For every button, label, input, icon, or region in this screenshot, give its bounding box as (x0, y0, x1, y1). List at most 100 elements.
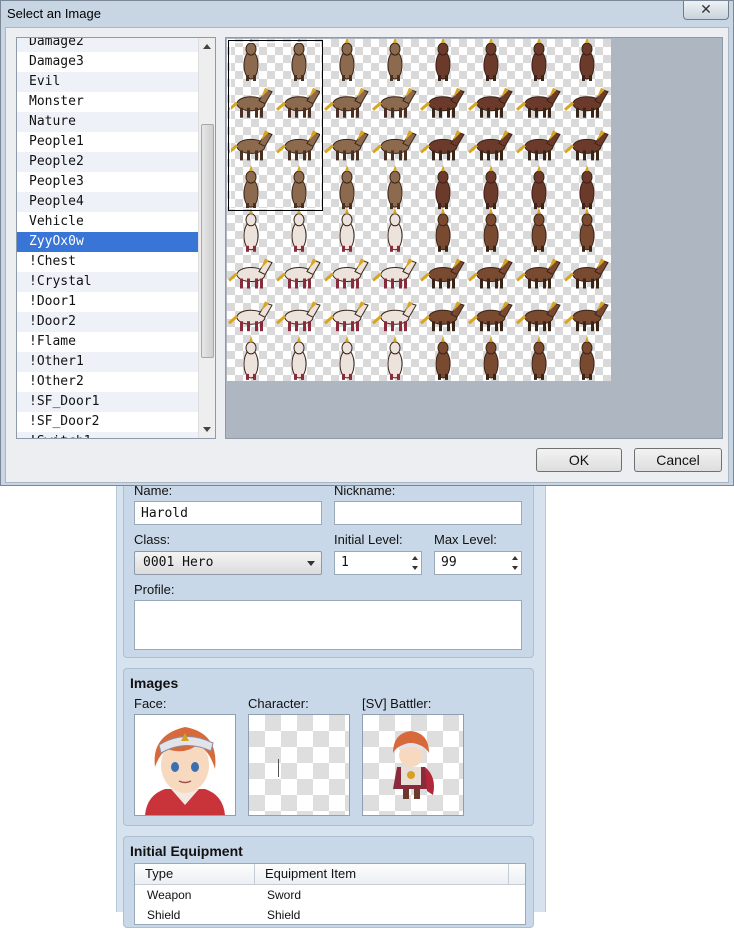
horse-sprite (372, 301, 417, 332)
cancel-button[interactable]: Cancel (634, 448, 722, 472)
max-level-stepper[interactable]: 99 (434, 551, 522, 575)
horse-sprite (516, 87, 561, 118)
class-dropdown[interactable]: 0001 Hero (134, 551, 322, 575)
images-group: Images Face: Character: [SV] Battler: (123, 668, 534, 826)
battler-image[interactable] (362, 714, 464, 816)
image-preview-pane[interactable] (225, 37, 723, 439)
list-item[interactable]: !Flame (17, 332, 200, 352)
scroll-down-icon[interactable] (203, 427, 211, 432)
horse-sprite (579, 335, 595, 380)
horse-sprite (387, 38, 403, 81)
images-heading: Images (130, 675, 179, 691)
character-image[interactable] (248, 714, 350, 816)
list-item[interactable]: !Chest (17, 252, 200, 272)
list-item[interactable]: !SF_Door1 (17, 392, 200, 412)
list-item[interactable]: People3 (17, 172, 200, 192)
max-level-label: Max Level: (434, 532, 497, 547)
list-scrollbar[interactable] (198, 38, 215, 438)
horse-sprite (420, 130, 465, 161)
horse-sprite (531, 335, 547, 380)
horse-sprite (483, 335, 499, 380)
list-item[interactable]: People1 (17, 132, 200, 152)
dialog-titlebar[interactable]: Select an Image ✕ (1, 1, 733, 27)
list-item[interactable]: !SF_Door2 (17, 412, 200, 432)
equipment-table[interactable]: Type Equipment Item Weapon Sword Shield … (134, 863, 526, 925)
dialog-body: Damage2 Damage3 Evil Monster Nature People1 Pe… (5, 27, 729, 483)
scroll-up-icon[interactable] (203, 44, 211, 49)
horse-sprite (435, 38, 451, 81)
horse-sprite (564, 301, 609, 332)
horse-sprite (387, 165, 403, 210)
horse-sprite (483, 207, 499, 252)
spin-down-icon[interactable] (512, 566, 518, 570)
scrollbar-thumb[interactable] (201, 124, 214, 358)
horse-sprite (420, 301, 465, 332)
horse-sprite (228, 301, 273, 332)
ok-button[interactable]: OK (536, 448, 622, 472)
horse-sprite (483, 165, 499, 210)
initial-level-stepper[interactable]: 1 (334, 551, 422, 575)
face-label: Face: (134, 696, 167, 711)
horse-sprite (483, 38, 499, 81)
name-field[interactable]: Harold (134, 501, 322, 525)
profile-textarea[interactable] (134, 600, 522, 650)
horse-sprite (339, 165, 355, 210)
list-item[interactable]: !Crystal (17, 272, 200, 292)
column-header-type[interactable]: Type (135, 864, 255, 884)
character-sheet-preview[interactable] (227, 38, 611, 381)
horse-sprite (516, 258, 561, 289)
list-item[interactable]: Nature (17, 112, 200, 132)
horse-sprite (291, 207, 307, 252)
list-item[interactable]: !Switch1 (17, 432, 200, 438)
horse-sprite (531, 207, 547, 252)
horse-sprite (564, 258, 609, 289)
table-row[interactable]: Weapon Sword (135, 885, 525, 905)
general-settings-group: Name: Harold Nickname: Class: 0001 Hero … (123, 470, 534, 658)
spin-up-icon[interactable] (512, 556, 518, 560)
column-header-item[interactable]: Equipment Item (255, 864, 509, 884)
list-item[interactable]: People4 (17, 192, 200, 212)
horse-sprite (579, 207, 595, 252)
nickname-field[interactable] (334, 501, 522, 525)
horse-sprite (468, 258, 513, 289)
list-item[interactable]: Evil (17, 72, 200, 92)
horse-sprite (324, 87, 369, 118)
equipment-type: Weapon (147, 888, 192, 902)
profile-label: Profile: (134, 582, 175, 597)
list-item[interactable]: !Door1 (17, 292, 200, 312)
horse-sprite (468, 87, 513, 118)
equipment-item: Shield (267, 908, 301, 922)
text-cursor-icon (278, 759, 279, 777)
list-item[interactable]: !Other1 (17, 352, 200, 372)
horse-sprite (276, 258, 321, 289)
horse-sprite (579, 38, 595, 81)
horse-sprite (435, 335, 451, 380)
equipment-type: Shield (147, 908, 181, 922)
actor-editor-panel: Name: Harold Nickname: Class: 0001 Hero … (116, 470, 546, 928)
image-file-list[interactable]: Damage2 Damage3 Evil Monster Nature People1 Pe… (16, 37, 216, 439)
list-item[interactable]: !Other2 (17, 372, 200, 392)
list-item[interactable]: Damage3 (17, 52, 200, 72)
table-row[interactable]: Shield Shield (135, 905, 525, 924)
equipment-group: Initial Equipment Type Equipment Item We… (123, 836, 534, 928)
list-item[interactable]: ZyyOx0w (17, 232, 200, 252)
close-button[interactable]: ✕ (683, 1, 729, 20)
max-level-value: 99 (441, 555, 457, 570)
horse-sprite (324, 301, 369, 332)
list-item[interactable]: Monster (17, 92, 200, 112)
character-label: Character: (248, 696, 309, 711)
list-item[interactable]: People2 (17, 152, 200, 172)
list-item[interactable]: !Door2 (17, 312, 200, 332)
horse-sprite (564, 87, 609, 118)
face-portrait-icon (145, 727, 225, 815)
table-header: Type Equipment Item (135, 864, 525, 885)
horse-sprite (291, 335, 307, 380)
initial-level-value: 1 (341, 555, 349, 570)
list-item[interactable]: Vehicle (17, 212, 200, 232)
spin-up-icon[interactable] (412, 556, 418, 560)
horse-sprite (564, 130, 609, 161)
list-item[interactable]: Damage2 (17, 38, 200, 52)
face-image[interactable] (134, 714, 236, 816)
selection-box[interactable] (228, 40, 323, 211)
spin-down-icon[interactable] (412, 566, 418, 570)
